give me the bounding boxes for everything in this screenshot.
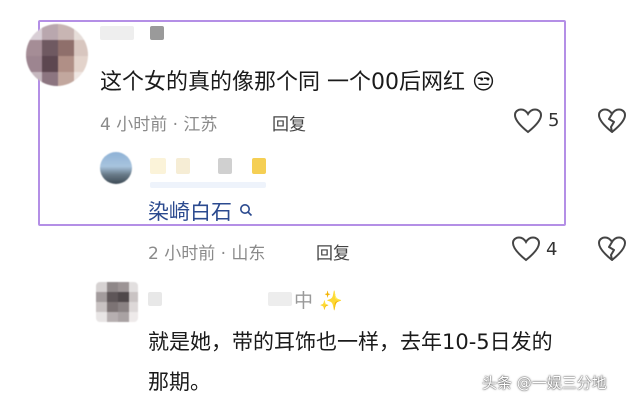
comment-text: 那期。 xyxy=(148,370,211,394)
username-blurred[interactable] xyxy=(150,26,164,40)
broken-heart-icon[interactable] xyxy=(598,108,626,134)
search-icon[interactable] xyxy=(239,203,253,217)
avatar[interactable] xyxy=(96,282,138,322)
reply-timestamp-location: 2 小时前 · 山东 xyxy=(148,244,266,264)
comment-text-content: 这个女的真的像那个同 一个00后网红 xyxy=(100,70,465,95)
username-suffix-text: 中 xyxy=(294,290,314,312)
mention-text[interactable]: 染崎白石 xyxy=(148,200,232,224)
reply-button[interactable]: 回复 xyxy=(316,239,350,264)
watermark: 头条 @一娱三分地 xyxy=(482,374,607,392)
unamused-emoji-icon: 😒 xyxy=(472,70,495,95)
reply-avatar[interactable] xyxy=(100,152,132,184)
reply-username-blurred[interactable] xyxy=(150,182,266,188)
like-count: 5 xyxy=(548,110,560,131)
comment-timestamp-location: 4 小时前 · 江苏 xyxy=(100,115,218,135)
comment-text: 就是她，带的耳饰也一样，去年10-5日发的 xyxy=(148,330,553,354)
username-blurred[interactable] xyxy=(268,292,292,306)
sparkle-icon: ✨ xyxy=(319,290,343,312)
avatar[interactable] xyxy=(26,24,88,86)
reply-username-blurred[interactable] xyxy=(252,158,266,174)
reply-username-blurred[interactable] xyxy=(150,158,166,174)
heart-icon[interactable] xyxy=(514,108,542,134)
username-blurred[interactable] xyxy=(100,26,134,40)
reply-username-blurred[interactable] xyxy=(218,158,232,174)
heart-icon[interactable] xyxy=(512,236,540,262)
username-suffix: 中 ✨ xyxy=(294,286,343,313)
mention-link[interactable]: 染崎白石 xyxy=(148,196,253,226)
like-count: 4 xyxy=(546,239,558,260)
reply-username-blurred[interactable] xyxy=(176,158,190,174)
username-blurred[interactable] xyxy=(148,292,162,306)
reply-button[interactable]: 回复 xyxy=(272,110,306,135)
broken-heart-icon[interactable] xyxy=(598,236,626,262)
comment-text: 这个女的真的像那个同 一个00后网红 😒 xyxy=(100,64,495,96)
